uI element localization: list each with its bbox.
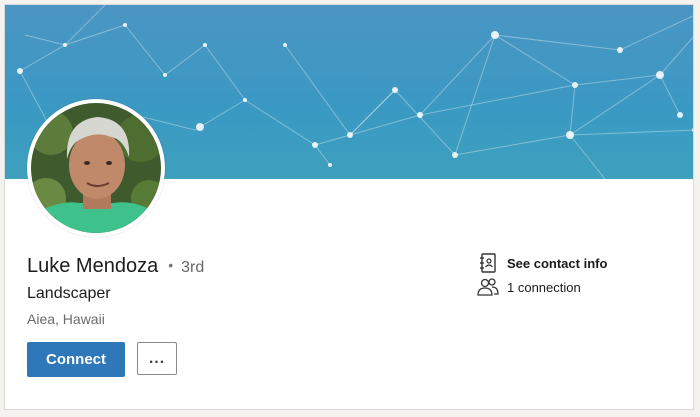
profile-card: Luke Mendoza • 3rd Landscaper Aiea, Hawa… bbox=[4, 4, 694, 410]
name-row: Luke Mendoza • 3rd bbox=[27, 255, 204, 278]
address-book-icon bbox=[480, 253, 496, 273]
connections-info[interactable]: 1 connection bbox=[477, 277, 581, 297]
avatar[interactable] bbox=[31, 103, 161, 233]
profile-headline: Landscaper bbox=[27, 285, 111, 302]
connections-count[interactable]: 1 connection bbox=[507, 280, 581, 295]
degree-separator: • bbox=[168, 257, 174, 273]
connection-degree: 3rd bbox=[181, 259, 205, 276]
more-actions-button[interactable]: ... bbox=[137, 342, 177, 375]
connect-button[interactable]: Connect bbox=[27, 342, 125, 377]
contact-info-label[interactable]: See contact info bbox=[507, 256, 607, 271]
avatar-photo bbox=[31, 103, 161, 233]
profile-name: Luke Mendoza bbox=[27, 255, 159, 277]
profile-location: Aiea, Hawaii bbox=[27, 311, 105, 327]
contact-info-link[interactable]: See contact info bbox=[477, 253, 607, 273]
avatar-frame[interactable] bbox=[27, 99, 165, 237]
people-icon bbox=[477, 278, 499, 296]
